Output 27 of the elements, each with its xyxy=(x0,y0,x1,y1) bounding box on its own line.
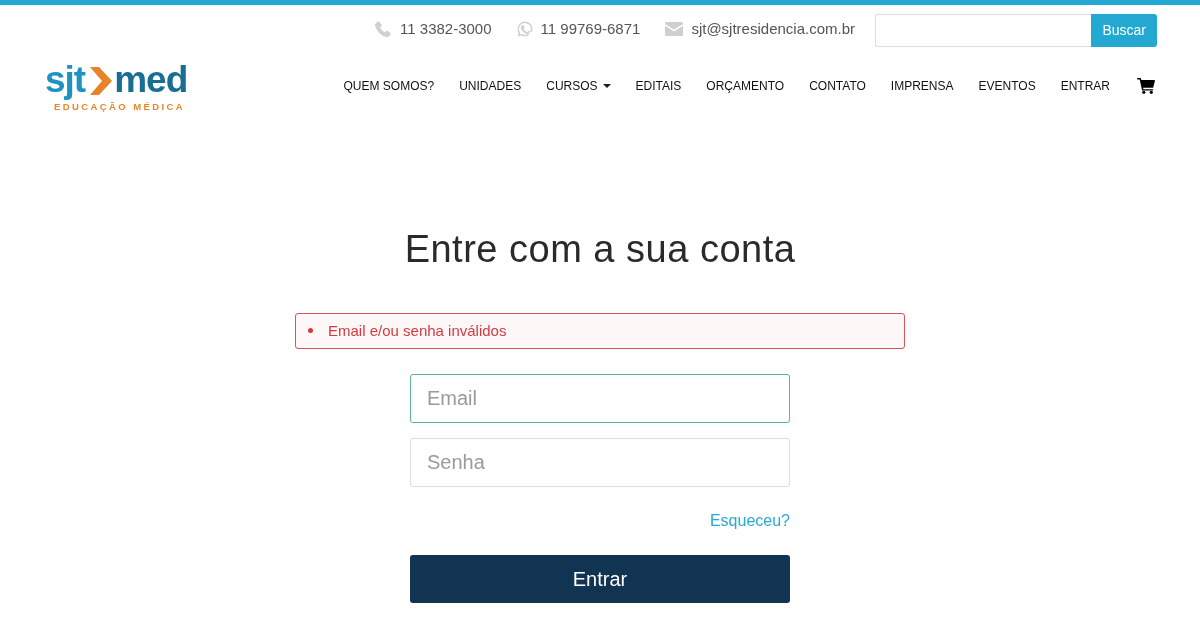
nav-link[interactable]: QUEM SOMOS? xyxy=(343,77,435,95)
cart-icon[interactable] xyxy=(1137,78,1155,94)
password-field[interactable]: Senha xyxy=(410,437,790,487)
contact-text: sjt@sjtresidencia.com.br xyxy=(691,19,855,39)
email-field[interactable]: Email xyxy=(410,373,790,423)
phone-icon xyxy=(374,20,393,39)
nav-dropdown[interactable]: CURSOS xyxy=(546,77,611,95)
envelope-icon xyxy=(665,22,684,37)
nav-link[interactable]: IMPRENSA xyxy=(890,77,954,95)
nav-link[interactable]: UNIDADES xyxy=(459,77,522,95)
error-message: Email e/ou senha inválidos xyxy=(328,321,507,340)
contact-text: 11 99769-6871 xyxy=(540,19,641,39)
nav-link[interactable]: ORÇAMENTO xyxy=(706,77,785,95)
whatsapp-icon xyxy=(516,21,533,38)
login-button[interactable]: Entrar xyxy=(410,554,790,603)
contact-text: 11 3382-3000 xyxy=(400,19,492,39)
chevron-icon xyxy=(88,67,113,95)
nav-link[interactable]: CONTATO xyxy=(809,77,866,95)
nav-link[interactable]: ENTRAR xyxy=(1060,77,1110,95)
logo-text: med xyxy=(114,63,188,97)
page-title: Entre com a sua conta xyxy=(404,227,796,272)
caret-icon xyxy=(602,84,611,88)
logo-tagline: EDUCAÇÃO MÉDICA xyxy=(54,100,186,114)
search-field[interactable] xyxy=(875,14,1092,47)
nav-link[interactable]: EVENTOS xyxy=(978,77,1036,95)
bullet-icon xyxy=(308,328,313,334)
nav-link[interactable]: EDITAIS xyxy=(635,77,682,95)
